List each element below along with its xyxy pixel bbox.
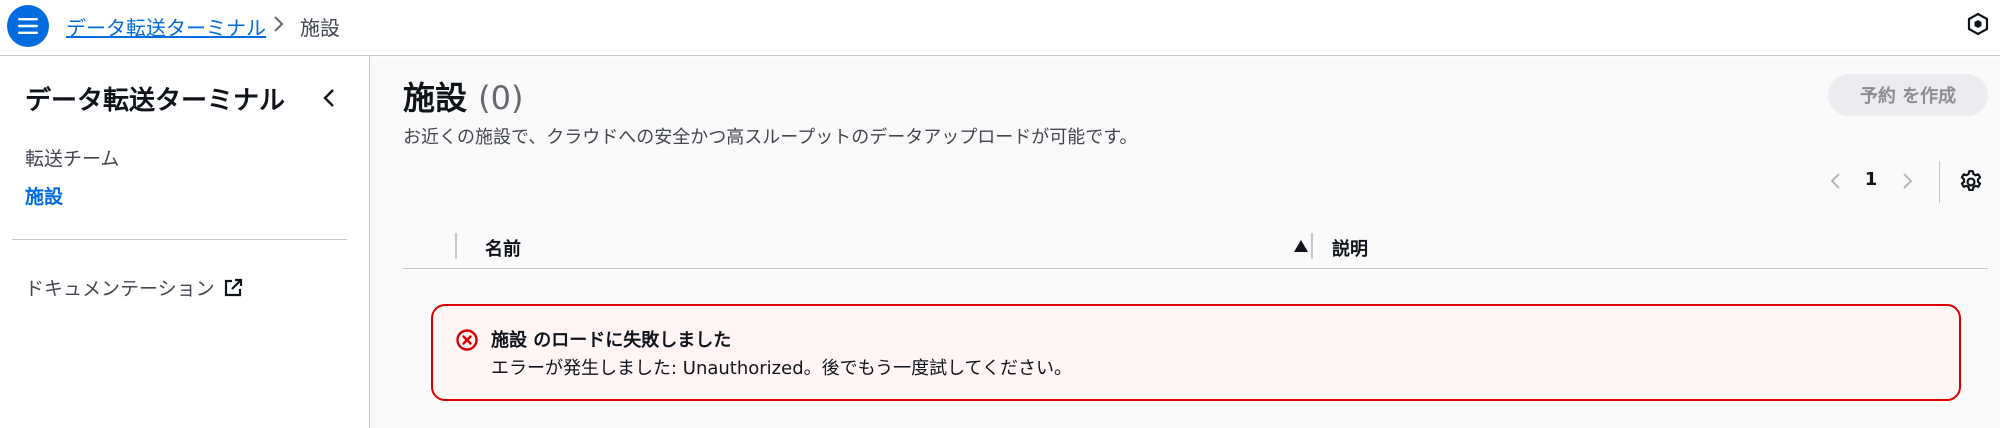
chevron-right-icon[interactable] <box>1895 169 1919 193</box>
column-header-description: 説明 <box>1332 239 1368 260</box>
column-divider <box>455 233 457 259</box>
page-title: 施設 (0) <box>403 73 523 119</box>
chevron-left-icon[interactable] <box>316 84 344 112</box>
sidebar-divider <box>12 239 347 240</box>
alert-title: 施設 のロードに失敗しました <box>491 330 732 351</box>
error-alert: 施設 のロードに失敗しました エラーが発生しました: Unauthorized。… <box>431 304 1961 401</box>
sidebar-item-facilities[interactable]: 施設 <box>25 182 63 209</box>
chevron-right-icon <box>274 16 284 32</box>
side-navigation: データ転送ターミナル 転送チーム 施設 ドキュメンテーション <box>0 56 370 428</box>
column-header-name[interactable]: 名前 <box>485 235 521 261</box>
chevron-left-icon[interactable] <box>1824 169 1848 193</box>
alert-message: エラーが発生しました: Unauthorized。後でもう一度試してください。 <box>491 358 1073 379</box>
pagination-current-page[interactable]: 1 <box>1861 169 1881 190</box>
page-title-text: 施設 <box>403 79 468 117</box>
external-link-icon <box>224 278 242 296</box>
create-reservation-button[interactable]: 予約 を作成 <box>1828 74 1988 116</box>
breadcrumb-current: 施設 <box>300 16 340 40</box>
sidebar-item-documentation[interactable]: ドキュメンテーション <box>25 274 243 301</box>
sidebar-item-label: ドキュメンテーション <box>25 278 215 300</box>
breadcrumb-link-data-transfer-terminal[interactable]: データ転送ターミナル <box>66 12 266 41</box>
sidebar-title[interactable]: データ転送ターミナル <box>25 80 285 117</box>
toolbar-divider <box>1939 161 1940 203</box>
error-icon <box>456 329 478 351</box>
menu-icon <box>18 18 38 34</box>
main-content: 施設 (0) お近くの施設で、クラウドへの安全かつ高スループットのデータアップロ… <box>371 57 2000 428</box>
gear-icon[interactable] <box>1958 169 1984 195</box>
top-navigation: データ転送ターミナル 施設 <box>0 0 2000 56</box>
menu-button[interactable] <box>7 5 49 47</box>
page-description: お近くの施設で、クラウドへの安全かつ高スループットのデータアップロードが可能です… <box>403 127 1138 148</box>
table-header: 名前 説明 <box>403 225 1988 269</box>
sidebar-item-transfer-teams[interactable]: 転送チーム <box>25 144 119 171</box>
sort-ascending-icon[interactable] <box>1293 239 1309 253</box>
column-divider[interactable] <box>1311 233 1313 259</box>
hexagon-logo-icon[interactable] <box>1966 12 1990 36</box>
item-count: (0) <box>478 79 524 117</box>
